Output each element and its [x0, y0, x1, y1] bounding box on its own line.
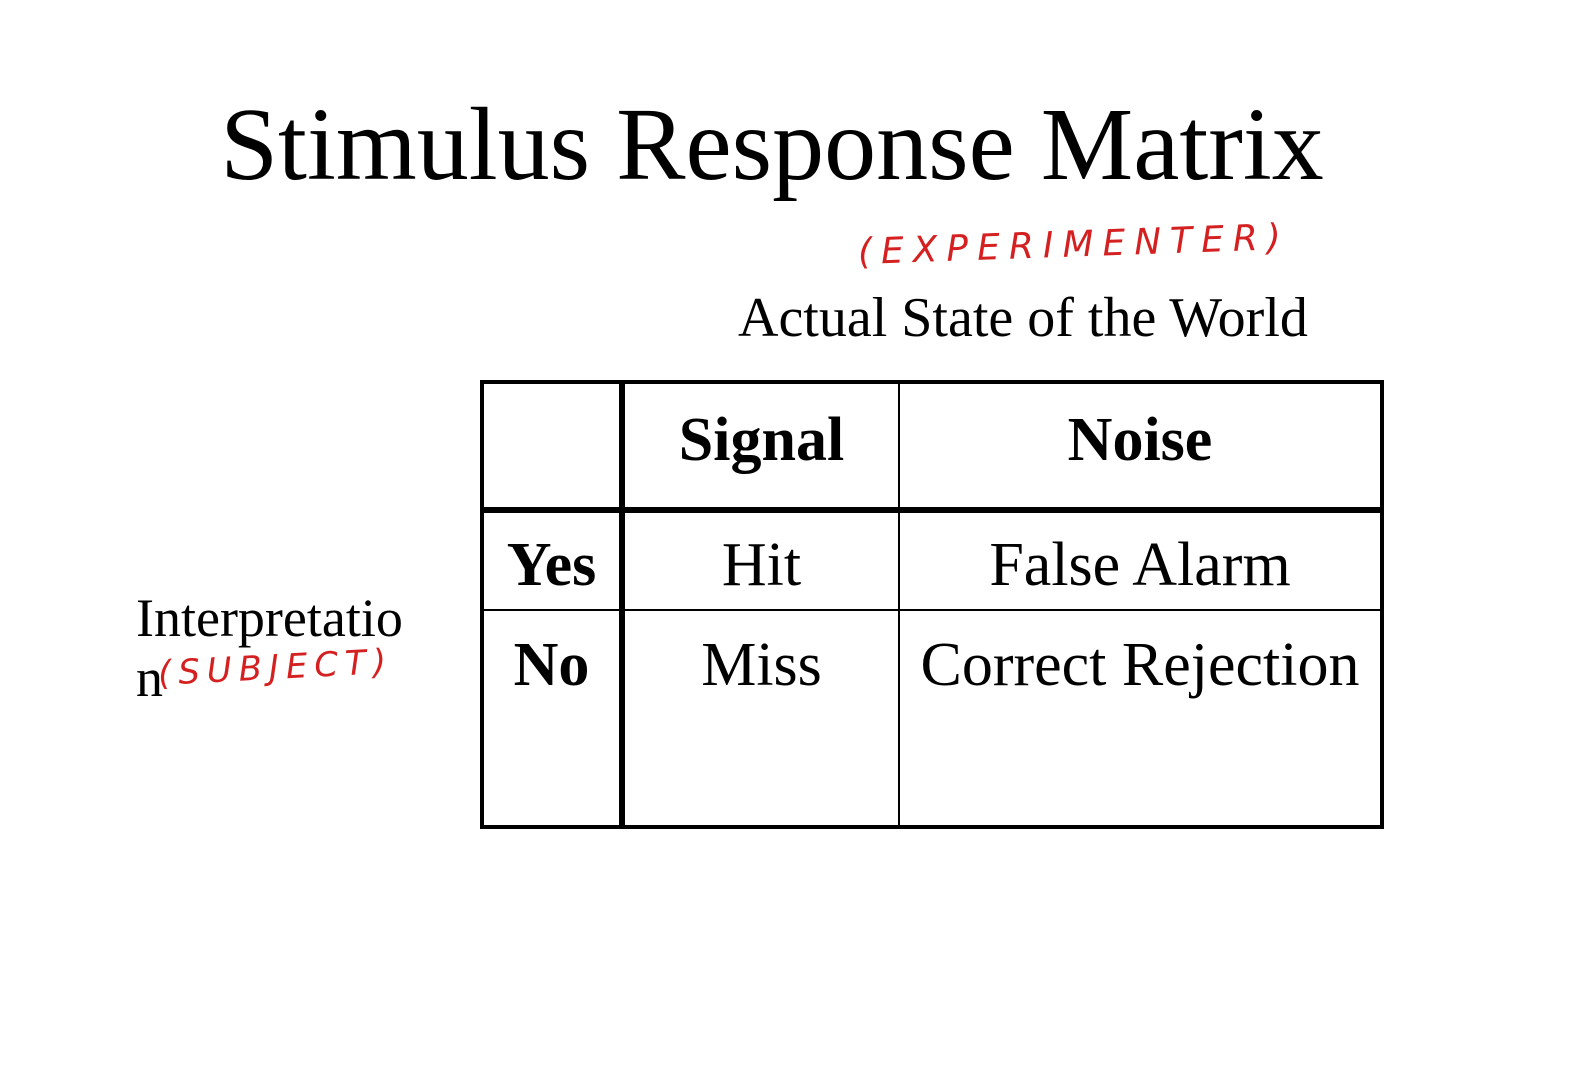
row-header-yes: Yes	[480, 509, 625, 611]
cell-correct-rejection: Correct Rejection	[898, 609, 1384, 829]
matrix-row-yes: Yes Hit False Alarm	[480, 509, 1384, 611]
stimulus-response-matrix: Signal Noise Yes Hit False Alarm No Miss…	[480, 380, 1384, 829]
row-header-no: No	[480, 609, 625, 829]
cell-hit: Hit	[621, 509, 900, 611]
experimenter-annotation: (EXPERIMENTER)	[857, 216, 1291, 273]
slide-title: Stimulus Response Matrix	[220, 87, 1324, 202]
matrix-row-no: No Miss Correct Rejection	[480, 609, 1384, 829]
column-axis-label: Actual State of the World	[738, 287, 1308, 349]
matrix-corner-cell	[480, 380, 625, 513]
column-header-signal: Signal	[621, 380, 900, 513]
matrix-header-row: Signal Noise	[480, 380, 1384, 513]
cell-false-alarm: False Alarm	[898, 509, 1384, 611]
cell-miss: Miss	[621, 609, 900, 829]
column-header-noise: Noise	[898, 380, 1384, 513]
